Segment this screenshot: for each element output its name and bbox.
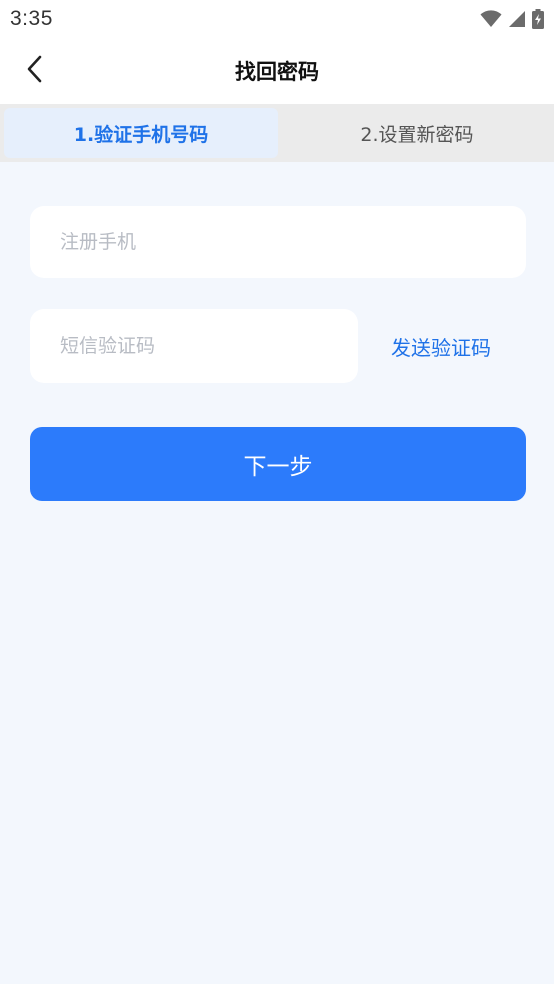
chevron-left-icon	[25, 54, 45, 88]
status-icons	[480, 9, 544, 29]
phone-input[interactable]	[60, 231, 526, 253]
step-tabs: 1.验证手机号码 2.设置新密码	[0, 104, 554, 162]
phone-field	[30, 206, 526, 278]
back-button[interactable]	[14, 50, 56, 92]
next-step-button[interactable]: 下一步	[30, 427, 526, 501]
status-bar: 3:35	[0, 0, 554, 38]
wifi-icon	[480, 10, 502, 28]
status-time: 3:35	[10, 7, 53, 30]
sms-code-field	[30, 309, 358, 383]
tab-set-new-password[interactable]: 2.设置新密码	[280, 108, 554, 158]
find-password-screen: 3:35 找回密码 1.验证手机号码 2.设置新密码 注册手机 短信验证码 发送…	[0, 0, 554, 984]
send-code-button[interactable]: 发送验证码	[376, 326, 506, 366]
sms-code-input[interactable]	[60, 335, 358, 357]
header: 找回密码	[0, 38, 554, 104]
page-title: 找回密码	[235, 60, 319, 84]
battery-charging-icon	[532, 9, 544, 29]
tab-verify-phone[interactable]: 1.验证手机号码	[4, 108, 278, 158]
cellular-signal-icon	[508, 10, 526, 28]
